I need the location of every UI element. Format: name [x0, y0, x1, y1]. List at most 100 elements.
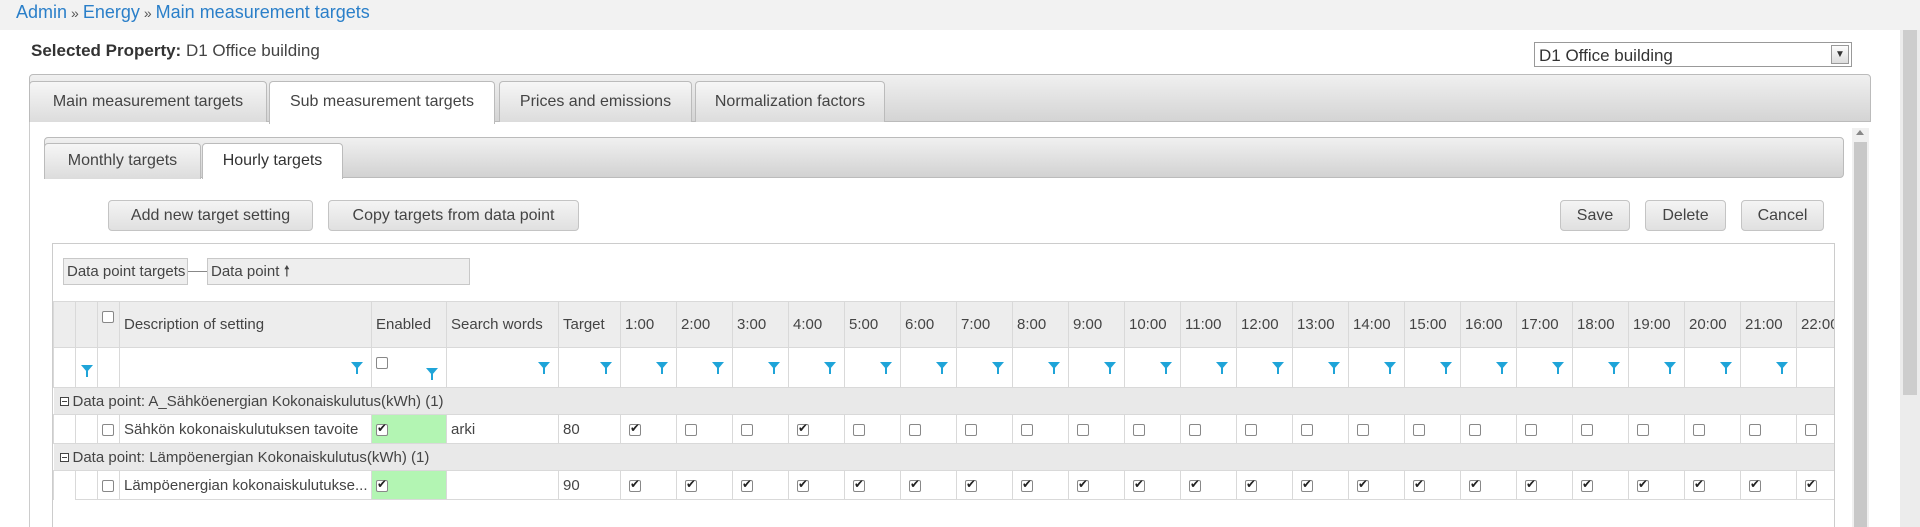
filter-icon[interactable] — [1160, 362, 1172, 374]
column-header-hour[interactable]: 5:00 — [844, 301, 901, 348]
cell-hour[interactable] — [1068, 470, 1125, 500]
column-header-hour[interactable]: 10:00 — [1124, 301, 1181, 348]
hour-checkbox[interactable] — [1525, 477, 1537, 492]
column-header-hour[interactable]: 3:00 — [732, 301, 789, 348]
copy-targets-button[interactable]: Copy targets from data point — [328, 200, 579, 231]
column-header-search-words[interactable]: Search words — [446, 301, 559, 348]
column-header-hour[interactable]: 4:00 — [788, 301, 845, 348]
cell-hour[interactable] — [1516, 414, 1573, 444]
filter-enabled[interactable] — [371, 347, 447, 388]
column-header-hour[interactable]: 18:00 — [1572, 301, 1629, 348]
filter-icon[interactable] — [1048, 362, 1060, 374]
hour-checkbox[interactable] — [1525, 423, 1537, 436]
cell-hour[interactable] — [1404, 470, 1461, 500]
column-header-hour[interactable]: 21:00 — [1740, 301, 1797, 348]
hour-checkbox[interactable] — [1245, 477, 1257, 492]
cell-target[interactable]: 90 — [558, 470, 621, 500]
tab-monthly-targets[interactable]: Monthly targets — [44, 143, 201, 179]
cell-hour[interactable] — [788, 414, 845, 444]
cell-hour[interactable] — [788, 470, 845, 500]
table-row[interactable]: Sähkön kokonaiskulutuksen tavoite arki 80 — [53, 414, 1834, 444]
tab-hourly-targets[interactable]: Hourly targets — [202, 143, 343, 179]
filter-icon[interactable] — [936, 362, 948, 374]
cell-hour[interactable] — [1348, 470, 1405, 500]
column-header-hour[interactable]: 12:00 — [1236, 301, 1293, 348]
cell-hour[interactable] — [1572, 470, 1629, 500]
hour-checkbox[interactable] — [909, 477, 921, 492]
column-header-hour[interactable]: 14:00 — [1348, 301, 1405, 348]
group-chip-data-point[interactable]: Data point 🠕 — [207, 258, 470, 285]
cell-hour[interactable] — [1012, 414, 1069, 444]
column-header-hour[interactable]: 6:00 — [900, 301, 957, 348]
filter-icon[interactable] — [80, 364, 93, 377]
chevron-down-icon[interactable]: ▼ — [1831, 45, 1849, 64]
tab-prices-and-emissions[interactable]: Prices and emissions — [499, 81, 692, 122]
filter-icon[interactable] — [1776, 362, 1788, 374]
hour-checkbox[interactable] — [1693, 423, 1705, 436]
hour-checkbox[interactable] — [1693, 477, 1705, 492]
enabled-filter-checkbox[interactable] — [376, 357, 388, 370]
cell-hour[interactable] — [1684, 470, 1741, 500]
filter-icon[interactable] — [1608, 362, 1620, 374]
hour-checkbox[interactable] — [1301, 423, 1313, 436]
filter-description[interactable] — [119, 347, 372, 388]
enabled-checkbox[interactable] — [376, 477, 388, 492]
row-select-checkbox[interactable] — [102, 479, 114, 492]
filter-icon[interactable] — [880, 362, 892, 374]
hour-checkbox[interactable] — [1413, 423, 1425, 436]
cell-hour[interactable] — [1180, 414, 1237, 444]
scroll-up-icon[interactable] — [1856, 130, 1864, 135]
hour-checkbox[interactable] — [1021, 477, 1033, 492]
tab-normalization-factors[interactable]: Normalization factors — [695, 81, 885, 122]
cell-hour[interactable] — [1012, 470, 1069, 500]
cell-hour[interactable] — [1516, 470, 1573, 500]
filter-icon[interactable] — [992, 362, 1004, 374]
cell-hour[interactable] — [1684, 414, 1741, 444]
cell-hour[interactable] — [1124, 414, 1181, 444]
save-button[interactable]: Save — [1560, 200, 1630, 231]
hour-checkbox[interactable] — [685, 423, 697, 436]
collapse-icon[interactable] — [59, 397, 69, 407]
hour-checkbox[interactable] — [741, 477, 753, 492]
hour-checkbox[interactable] — [797, 477, 809, 492]
hour-checkbox[interactable] — [965, 423, 977, 436]
filter-hour[interactable] — [1348, 347, 1405, 388]
cell-search-words[interactable]: arki — [446, 414, 559, 444]
filter-hour[interactable] — [1516, 347, 1573, 388]
hour-checkbox[interactable] — [1749, 423, 1761, 436]
column-header-hour[interactable]: 13:00 — [1292, 301, 1349, 348]
column-header-hour[interactable]: 15:00 — [1404, 301, 1461, 348]
cell-hour[interactable] — [1628, 414, 1685, 444]
hour-checkbox[interactable] — [1469, 477, 1481, 492]
filter-icon[interactable] — [1720, 362, 1732, 374]
hour-checkbox[interactable] — [1021, 423, 1033, 436]
hour-checkbox[interactable] — [1357, 423, 1369, 436]
cell-hour[interactable] — [620, 414, 677, 444]
cell-hour[interactable] — [676, 470, 733, 500]
hour-checkbox[interactable] — [1245, 423, 1257, 436]
cell-hour[interactable] — [732, 414, 789, 444]
column-header-hour[interactable]: 8:00 — [1012, 301, 1069, 348]
hour-checkbox[interactable] — [629, 477, 641, 492]
cell-hour[interactable] — [900, 414, 957, 444]
column-header-hour[interactable]: 9:00 — [1068, 301, 1125, 348]
hour-checkbox[interactable] — [1805, 423, 1817, 436]
tab-sub-measurement-targets[interactable]: Sub measurement targets — [269, 81, 495, 124]
select-all-checkbox[interactable] — [102, 311, 114, 324]
hour-checkbox[interactable] — [1189, 423, 1201, 436]
hour-checkbox[interactable] — [797, 421, 809, 436]
cell-hour[interactable] — [844, 414, 901, 444]
column-header-target[interactable]: Target — [558, 301, 621, 348]
group-header[interactable]: Data point: A_Sähköenergian Kokonaiskulu… — [53, 387, 1834, 415]
filter-icon[interactable] — [712, 362, 724, 374]
breadcrumb-main-measurement-targets[interactable]: Main measurement targets — [156, 2, 370, 22]
cell-hour[interactable] — [1404, 414, 1461, 444]
hour-checkbox[interactable] — [1077, 477, 1089, 492]
cell-enabled[interactable] — [371, 414, 447, 444]
filter-hour[interactable] — [1740, 347, 1797, 388]
filter-icon[interactable] — [538, 362, 550, 374]
column-header-hour[interactable]: 16:00 — [1460, 301, 1517, 348]
column-header-hour[interactable]: 7:00 — [956, 301, 1013, 348]
filter-hour[interactable] — [1628, 347, 1685, 388]
column-header-hour[interactable]: 1:00 — [620, 301, 677, 348]
